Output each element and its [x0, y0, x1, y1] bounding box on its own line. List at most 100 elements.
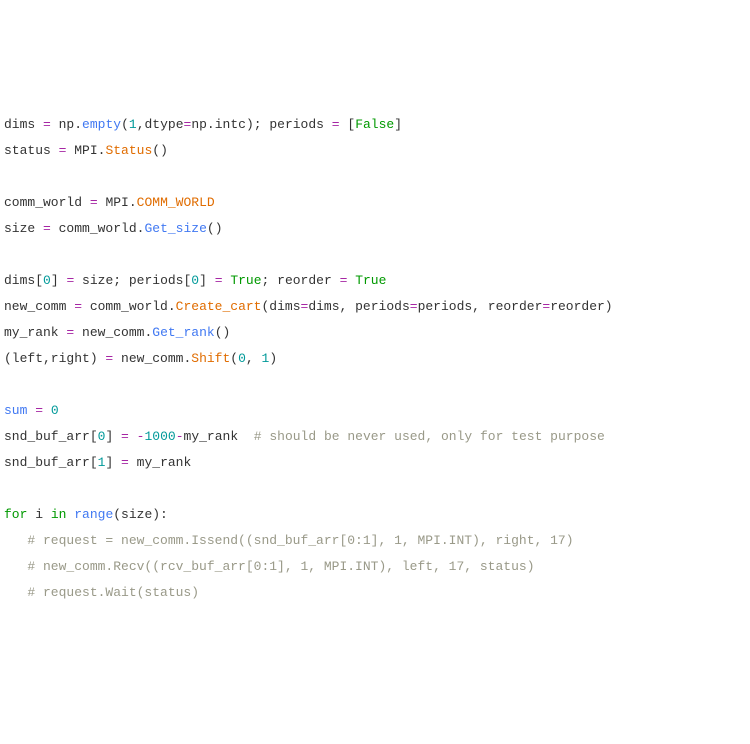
code-token: 0 [43, 273, 51, 288]
code-token: = [35, 403, 43, 418]
code-token [4, 559, 27, 574]
code-token: dims, periods [308, 299, 409, 314]
code-token: Shift [191, 351, 230, 366]
code-line: dims = np.empty(1,dtype=np.intc); period… [4, 112, 746, 138]
code-line: status = MPI.Status() [4, 138, 746, 164]
code-line: my_rank = new_comm.Get_rank() [4, 320, 746, 346]
code-token: i [27, 507, 50, 522]
code-token: COMM_WORLD [137, 195, 215, 210]
code-token: # request.Wait(status) [27, 585, 199, 600]
code-token [129, 429, 137, 444]
code-token: my_rank [129, 455, 191, 470]
code-token: status [4, 143, 59, 158]
code-token: periods, reorder [418, 299, 543, 314]
code-token: () [207, 221, 223, 236]
code-line: sum = 0 [4, 398, 746, 424]
code-line: # new_comm.Recv((rcv_buf_arr[0:1], 1, MP… [4, 554, 746, 580]
code-token: dims [4, 117, 43, 132]
code-token: ] [51, 273, 67, 288]
code-token [4, 585, 27, 600]
code-token: # new_comm.Recv((rcv_buf_arr[0:1], 1, MP… [27, 559, 534, 574]
code-token: # request = new_comm.Issend((snd_buf_arr… [27, 533, 573, 548]
code-token: 1000 [144, 429, 175, 444]
code-token: 0 [238, 351, 246, 366]
code-token: = [121, 455, 129, 470]
code-token: () [152, 143, 168, 158]
code-token: True [230, 273, 261, 288]
code-token: new_comm [113, 351, 183, 366]
code-token: ; reorder [262, 273, 340, 288]
code-token: snd_buf_arr[ [4, 429, 98, 444]
code-line: size = comm_world.Get_size() [4, 216, 746, 242]
code-token: = [43, 221, 51, 236]
code-token [43, 403, 51, 418]
code-token: False [355, 117, 394, 132]
code-token: ( [121, 117, 129, 132]
code-line: snd_buf_arr[1] = my_rank [4, 450, 746, 476]
code-token: = [410, 299, 418, 314]
code-token: size; periods[ [74, 273, 191, 288]
code-token: comm_world [4, 195, 90, 210]
code-token: . [129, 195, 137, 210]
code-line: # request.Wait(status) [4, 580, 746, 606]
code-token [4, 169, 12, 184]
code-token: np [51, 117, 74, 132]
code-token [4, 377, 12, 392]
code-token: new_comm [4, 299, 74, 314]
code-token: sum [4, 403, 27, 418]
code-token: = [332, 117, 340, 132]
code-token: , [246, 351, 262, 366]
code-token: (dims [262, 299, 301, 314]
code-line [4, 476, 746, 502]
code-line: snd_buf_arr[0] = -1000-my_rank # should … [4, 424, 746, 450]
code-token: ] [105, 455, 121, 470]
code-token: 0 [191, 273, 199, 288]
code-token: my_rank [4, 325, 66, 340]
code-token: . [207, 117, 215, 132]
code-token: . [168, 299, 176, 314]
code-line: new_comm = comm_world.Create_cart(dims=d… [4, 294, 746, 320]
code-token: for [4, 507, 27, 522]
code-token: range [74, 507, 113, 522]
code-token: Create_cart [176, 299, 262, 314]
code-line [4, 372, 746, 398]
code-token: reorder) [550, 299, 612, 314]
code-token: ] [105, 429, 121, 444]
code-token: = [121, 429, 129, 444]
code-token: = [74, 299, 82, 314]
code-token [4, 533, 27, 548]
code-token: Get_rank [152, 325, 214, 340]
code-token: = [43, 117, 51, 132]
code-token: np [191, 117, 207, 132]
code-token: MPI [66, 143, 97, 158]
code-token: (size): [113, 507, 168, 522]
code-token: - [176, 429, 184, 444]
code-line: for i in range(size): [4, 502, 746, 528]
code-token: ,dtype [137, 117, 184, 132]
code-token: comm_world [82, 299, 168, 314]
code-block: dims = np.empty(1,dtype=np.intc); period… [4, 112, 746, 606]
code-token: new_comm [74, 325, 144, 340]
code-token: ] [199, 273, 215, 288]
code-token: comm_world [51, 221, 137, 236]
code-token: snd_buf_arr[ [4, 455, 98, 470]
code-token: size [4, 221, 43, 236]
code-token: ); periods [246, 117, 332, 132]
code-token: my_rank [184, 429, 254, 444]
code-token: # should be never used, only for test pu… [254, 429, 605, 444]
code-token: in [51, 507, 67, 522]
code-line: # request = new_comm.Issend((snd_buf_arr… [4, 528, 746, 554]
code-token: Get_size [144, 221, 206, 236]
code-token: 0 [51, 403, 59, 418]
code-token: ] [394, 117, 402, 132]
code-token [4, 247, 12, 262]
code-token: MPI [98, 195, 129, 210]
code-token: (left,right) [4, 351, 105, 366]
code-token: . [74, 117, 82, 132]
code-token: 1 [129, 117, 137, 132]
code-token [66, 507, 74, 522]
code-token: () [215, 325, 231, 340]
code-line: dims[0] = size; periods[0] = True; reord… [4, 268, 746, 294]
code-token: Status [105, 143, 152, 158]
code-line [4, 164, 746, 190]
